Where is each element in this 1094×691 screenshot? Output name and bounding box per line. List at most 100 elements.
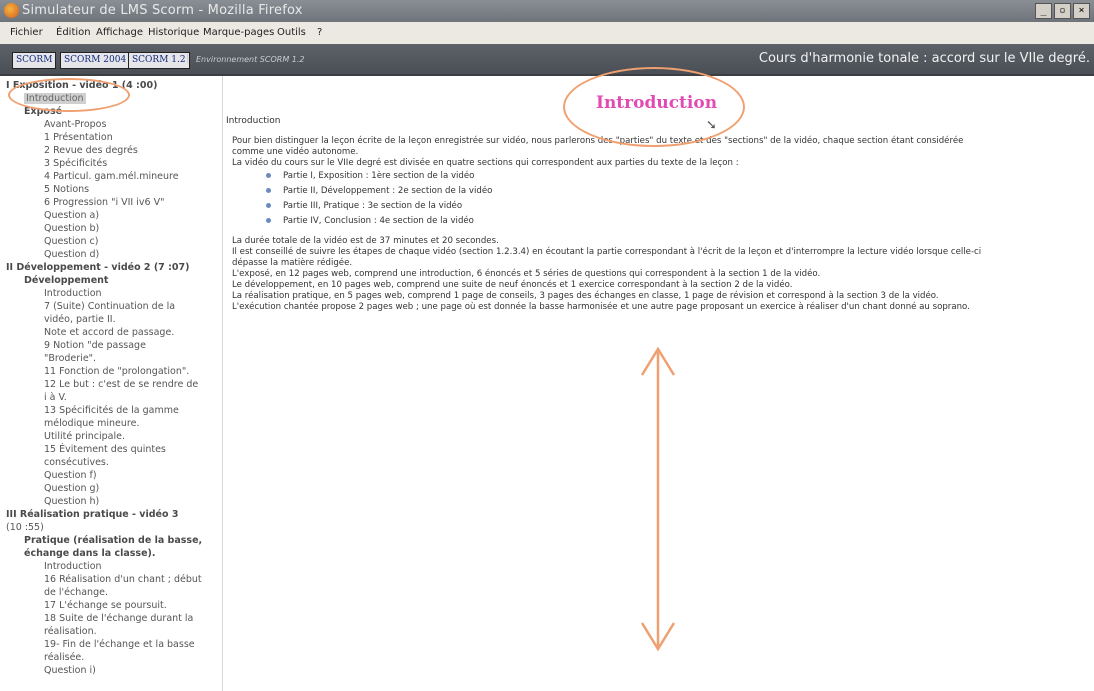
sidebar-item[interactable]: 17 L'échange se poursuit. bbox=[44, 600, 167, 612]
list-item-text: Partie IV, Conclusion : 4e section de la… bbox=[283, 216, 474, 226]
mouse-cursor-icon: ➘ bbox=[706, 118, 717, 133]
sidebar-item[interactable]: 7 (Suite) Continuation de la bbox=[44, 301, 175, 313]
sidebar-item[interactable]: Développement bbox=[24, 275, 108, 287]
sidebar-item-label: 1 Présentation bbox=[44, 132, 113, 143]
sidebar-item[interactable]: Question g) bbox=[44, 483, 99, 495]
paragraph-line: L'exécution chantée propose 2 pages web … bbox=[232, 302, 970, 312]
window-titlebar: Simulateur de LMS Scorm - Mozilla Firefo… bbox=[0, 0, 1094, 22]
sidebar-item[interactable]: Avant-Propos bbox=[44, 119, 106, 131]
sidebar-item[interactable]: consécutives. bbox=[44, 457, 109, 469]
paragraph-line: comme une vidéo autonome. bbox=[232, 147, 359, 157]
sidebar-item[interactable]: 5 Notions bbox=[44, 184, 89, 196]
sidebar-item[interactable]: Introduction bbox=[44, 288, 102, 300]
sidebar-item[interactable]: 18 Suite de l'échange durant la bbox=[44, 613, 193, 625]
sidebar-item[interactable]: Question a) bbox=[44, 210, 99, 222]
sidebar-item-label: Note et accord de passage. bbox=[44, 327, 175, 338]
annotation-circle-heading bbox=[563, 67, 745, 147]
sidebar-item[interactable]: 3 Spécificités bbox=[44, 158, 107, 170]
sidebar-item[interactable]: Question h) bbox=[44, 496, 99, 508]
sidebar-item[interactable]: réalisation. bbox=[44, 626, 97, 638]
sidebar-item-label: de l'échange. bbox=[44, 587, 108, 598]
sidebar-item-label: Avant-Propos bbox=[44, 119, 107, 130]
restore-button[interactable]: ▫ bbox=[1054, 3, 1071, 19]
sidebar-item[interactable]: 11 Fonction de "prolongation". bbox=[44, 366, 189, 378]
sidebar-item[interactable]: Pratique (réalisation de la basse, bbox=[24, 535, 202, 547]
window-title: Simulateur de LMS Scorm - Mozilla Firefo… bbox=[22, 3, 303, 18]
sidebar-item-label: Développement bbox=[24, 275, 109, 286]
sidebar-item-label: 7 (Suite) Continuation de la bbox=[44, 301, 176, 312]
sidebar-item[interactable]: 13 Spécificités de la gamme bbox=[44, 405, 179, 417]
sidebar-item[interactable]: Question c) bbox=[44, 236, 98, 248]
sidebar-item-label: Introduction bbox=[44, 288, 102, 299]
list-item-text: Partie III, Pratique : 3e section de la … bbox=[283, 201, 463, 211]
scorm-2004-button[interactable]: SCORM 2004 bbox=[60, 52, 131, 69]
sidebar-item[interactable]: II Développement - vidéo 2 (7 :07) bbox=[6, 262, 189, 274]
bullet-icon bbox=[266, 218, 271, 223]
sidebar-item[interactable]: 12 Le but : c'est de se rendre de bbox=[44, 379, 198, 391]
sidebar-item-label: 18 Suite de l'échange durant la bbox=[44, 613, 194, 624]
menu-outils[interactable]: Outils bbox=[277, 27, 306, 38]
sidebar-item[interactable]: (10 :55) bbox=[6, 522, 44, 534]
close-button[interactable]: × bbox=[1073, 3, 1090, 19]
sidebar-item[interactable]: 4 Particul. gam.mél.mineure bbox=[44, 171, 179, 183]
menu-marque-pages[interactable]: Marque-pages bbox=[203, 27, 274, 38]
sidebar-item-label: 17 L'échange se poursuit. bbox=[44, 600, 167, 611]
sidebar-item[interactable]: 16 Réalisation d'un chant ; début bbox=[44, 574, 202, 586]
scorm-12-button[interactable]: SCORM 1.2 bbox=[128, 52, 190, 69]
sidebar-item-label: 5 Notions bbox=[44, 184, 90, 195]
sidebar-item-label: vidéo, partie II. bbox=[44, 314, 116, 325]
sidebar-item-label: Pratique (réalisation de la basse, bbox=[24, 535, 203, 546]
sidebar-item-label: 3 Spécificités bbox=[44, 158, 108, 169]
bullet-icon bbox=[266, 203, 271, 208]
sidebar-item[interactable]: Question i) bbox=[44, 665, 96, 677]
menu-edition[interactable]: Édition bbox=[56, 27, 91, 38]
sidebar-item[interactable]: 9 Notion "de passage bbox=[44, 340, 146, 352]
sidebar-item-label: réalisée. bbox=[44, 652, 85, 663]
sidebar-item-label: "Broderie". bbox=[44, 353, 97, 364]
sidebar-item-label: Question c) bbox=[44, 236, 99, 247]
sidebar-item[interactable]: Utilité principale. bbox=[44, 431, 125, 443]
sidebar-item[interactable]: Note et accord de passage. bbox=[44, 327, 174, 339]
sidebar-item[interactable]: III Réalisation pratique - vidéo 3 bbox=[6, 509, 178, 521]
sidebar-item[interactable]: Introduction bbox=[44, 561, 102, 573]
menu-bar: Fichier Édition Affichage Historique Mar… bbox=[0, 22, 1094, 45]
minimize-button[interactable]: _ bbox=[1035, 3, 1052, 19]
sidebar-item[interactable]: Question d) bbox=[44, 249, 99, 261]
menu-affichage[interactable]: Affichage bbox=[96, 27, 143, 38]
menu-help[interactable]: ? bbox=[317, 27, 322, 38]
sidebar-item[interactable]: échange dans la classe). bbox=[24, 548, 155, 560]
sidebar-item[interactable]: 1 Présentation bbox=[44, 132, 113, 144]
sidebar-item[interactable]: vidéo, partie II. bbox=[44, 314, 116, 326]
paragraph-line: Il est conseillé de suivre les étapes de… bbox=[232, 247, 982, 257]
list-item: Partie II, Développement : 2e section de… bbox=[266, 186, 492, 196]
sidebar-item-label: 19- Fin de l'échange et la basse bbox=[44, 639, 195, 650]
paragraph-line: La vidéo du cours sur le VIIe degré est … bbox=[232, 158, 739, 168]
sidebar-item-label: Question a) bbox=[44, 210, 100, 221]
paragraph-line: La durée totale de la vidéo est de 37 mi… bbox=[232, 236, 499, 246]
sidebar-item[interactable]: 19- Fin de l'échange et la basse bbox=[44, 639, 195, 651]
sidebar-item[interactable]: Question b) bbox=[44, 223, 99, 235]
sidebar-item[interactable]: de l'échange. bbox=[44, 587, 108, 599]
sidebar-item[interactable]: 6 Progression "i VII iv6 V" bbox=[44, 197, 164, 209]
sidebar-item[interactable]: 15 Évitement des quintes bbox=[44, 444, 166, 456]
sidebar-item-label: 16 Réalisation d'un chant ; début bbox=[44, 574, 202, 585]
sidebar-item[interactable]: réalisée. bbox=[44, 652, 84, 664]
sidebar-item[interactable]: "Broderie". bbox=[44, 353, 96, 365]
menu-fichier[interactable]: Fichier bbox=[10, 27, 43, 38]
menu-historique[interactable]: Historique bbox=[148, 27, 199, 38]
sidebar-item-label: 13 Spécificités de la gamme bbox=[44, 405, 179, 416]
list-item-text: Partie I, Exposition : 1ère section de l… bbox=[283, 171, 475, 181]
sidebar-item-label: Question d) bbox=[44, 249, 100, 260]
scorm-button[interactable]: SCORM bbox=[12, 52, 57, 69]
sidebar-item-label: échange dans la classe). bbox=[24, 548, 156, 559]
sidebar-item[interactable]: Question f) bbox=[44, 470, 97, 482]
sidebar-item-label: 2 Revue des degrés bbox=[44, 145, 138, 156]
sidebar-item-label: consécutives. bbox=[44, 457, 109, 468]
sidebar-item[interactable]: 2 Revue des degrés bbox=[44, 145, 138, 157]
sidebar-item[interactable]: mélodique mineure. bbox=[44, 418, 139, 430]
sidebar-item[interactable]: i à V. bbox=[44, 392, 67, 404]
sidebar-item-label: 9 Notion "de passage bbox=[44, 340, 146, 351]
sidebar-item-label: Question h) bbox=[44, 496, 100, 507]
list-item: Partie III, Pratique : 3e section de la … bbox=[266, 201, 462, 211]
list-item: Partie IV, Conclusion : 4e section de la… bbox=[266, 216, 474, 226]
